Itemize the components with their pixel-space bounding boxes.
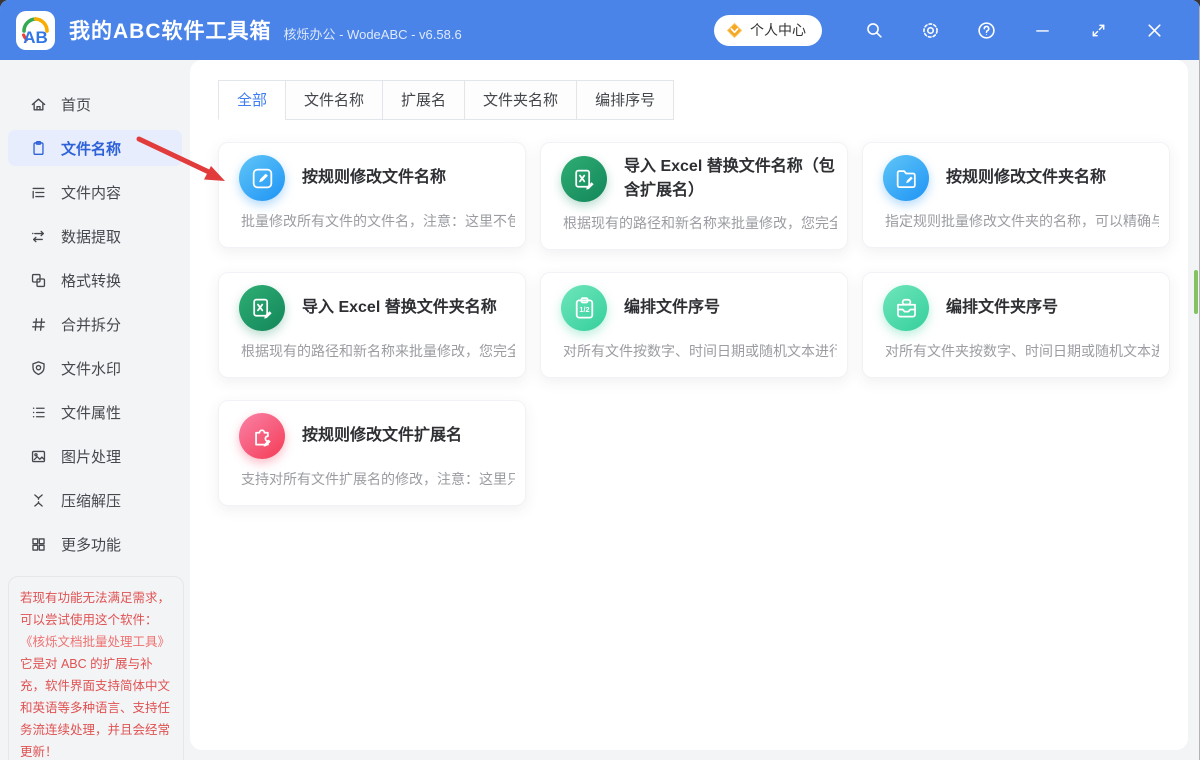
sidebar-item-7[interactable]: 文件属性 bbox=[8, 394, 182, 430]
help-icon[interactable] bbox=[958, 10, 1014, 50]
minimize-icon[interactable] bbox=[1014, 10, 1070, 50]
sidebar-item-label: 合并拆分 bbox=[61, 316, 122, 334]
image-icon bbox=[30, 448, 47, 465]
card-description: 批量修改所有文件的文件名，注意：这里不包含扩展 bbox=[241, 213, 515, 229]
home-icon bbox=[30, 96, 47, 113]
app-window: AB 我的ABC软件工具箱 核烁办公 - WodeABC - v6.58.6 个… bbox=[0, 0, 1200, 760]
sidebar-item-label: 图片处理 bbox=[61, 448, 122, 466]
app-subtitle: 核烁办公 - WodeABC - v6.58.6 bbox=[283, 26, 462, 42]
titlebar-actions: 个人中心 bbox=[714, 10, 1182, 50]
sidebar-item-3[interactable]: 数据提取 bbox=[8, 218, 182, 254]
card-description: 根据现有的路径和新名称来批量修改，您完全可以利 bbox=[563, 215, 837, 231]
card-description: 指定规则批量修改文件夹的名称，可以精确与模糊替 bbox=[885, 213, 1159, 229]
sidebar-notice: 若现有功能无法满足需求，可以尝试使用这个软件： 《核烁文档批量处理工具》它是对 A… bbox=[8, 576, 184, 760]
feature-card-3[interactable]: 导入 Excel 替换文件夹名称根据现有的路径和新名称来批量修改，您完全可以利 bbox=[218, 272, 526, 378]
sidebar-item-label: 文件水印 bbox=[61, 360, 122, 378]
feature-card-0[interactable]: 按规则修改文件名称批量修改所有文件的文件名，注意：这里不包含扩展 bbox=[218, 142, 526, 248]
vip-diamond-icon bbox=[726, 22, 743, 38]
edit-note-icon bbox=[239, 155, 285, 201]
sidebar-item-10[interactable]: 更多功能 bbox=[8, 526, 182, 562]
scrollbar-thumb[interactable] bbox=[1194, 270, 1198, 314]
main-area: 全部 文件名称 扩展名 文件夹名称 编排序号 按规则修改文件名称批量修改所有文件的文件名… bbox=[190, 60, 1200, 760]
sidebar: 首页文件名称文件内容数据提取格式转换合并拆分文件水印文件属性图片处理压缩解压更多… bbox=[0, 60, 190, 760]
card-description: 支持对所有文件扩展名的修改，注意：这里只是修改 bbox=[241, 471, 515, 487]
card-title: 按规则修改文件夹名称 bbox=[946, 169, 1107, 186]
notice-text-after: 它是对 ABC 的扩展与补充，软件界面支持简体中文和英语等多种语言、支持任务流连… bbox=[20, 657, 171, 759]
notice-text-before: 若现有功能无法满足需求，可以尝试使用这个软件： bbox=[20, 591, 171, 627]
sidebar-nav: 首页文件名称文件内容数据提取格式转换合并拆分文件水印文件属性图片处理压缩解压更多… bbox=[0, 86, 190, 562]
tab-0[interactable]: 全部 bbox=[218, 80, 287, 120]
feature-card-2[interactable]: 按规则修改文件夹名称指定规则批量修改文件夹的名称，可以精确与模糊替 bbox=[862, 142, 1170, 248]
tab-bar: 全部 文件名称 扩展名 文件夹名称 编排序号 bbox=[218, 80, 1188, 120]
sidebar-item-8[interactable]: 图片处理 bbox=[8, 438, 182, 474]
sidebar-item-5[interactable]: 合并拆分 bbox=[8, 306, 182, 342]
card-title: 按规则修改文件扩展名 bbox=[302, 427, 463, 444]
watermark-icon bbox=[30, 360, 47, 377]
sidebar-item-1[interactable]: 文件名称 bbox=[8, 130, 182, 166]
app-logo-icon: AB bbox=[16, 10, 55, 50]
sidebar-item-6[interactable]: 文件水印 bbox=[8, 350, 182, 386]
sidebar-item-label: 格式转换 bbox=[61, 272, 122, 290]
main-panel: 全部 文件名称 扩展名 文件夹名称 编排序号 按规则修改文件名称批量修改所有文件的文件名… bbox=[190, 60, 1188, 750]
maximize-icon[interactable] bbox=[1070, 10, 1126, 50]
card-title: 编排文件序号 bbox=[624, 299, 721, 316]
sidebar-item-2[interactable]: 文件内容 bbox=[8, 174, 182, 210]
file-attrs-icon bbox=[30, 404, 47, 421]
merge-split-icon bbox=[30, 316, 47, 333]
clipboard-12-icon: 1/2 bbox=[561, 285, 607, 331]
card-description: 对所有文件按数字、时间日期或随机文本进行批量修 bbox=[563, 343, 837, 359]
card-title: 导入 Excel 替换文件名称（包含扩展名） bbox=[624, 158, 835, 199]
card-description: 根据现有的路径和新名称来批量修改，您完全可以利 bbox=[241, 343, 515, 359]
drawer-icon bbox=[883, 285, 929, 331]
titlebar: AB 我的ABC软件工具箱 核烁办公 - WodeABC - v6.58.6 个… bbox=[0, 0, 1200, 60]
sidebar-item-label: 文件名称 bbox=[61, 140, 122, 158]
search-icon[interactable] bbox=[846, 10, 902, 50]
sidebar-item-label: 压缩解压 bbox=[61, 492, 122, 510]
file-content-icon bbox=[30, 184, 47, 201]
puzzle-edit-icon bbox=[239, 413, 285, 459]
card-description: 对所有文件夹按数字、时间日期或随机文本进行批量 bbox=[885, 343, 1159, 359]
card-title: 编排文件夹序号 bbox=[946, 299, 1059, 316]
logo-text: AB bbox=[23, 27, 48, 47]
card-title: 导入 Excel 替换文件夹名称 bbox=[302, 299, 497, 316]
card-grid: 按规则修改文件名称批量修改所有文件的文件名，注意：这里不包含扩展导入 Excel… bbox=[218, 142, 1188, 506]
more-grid-icon bbox=[30, 536, 47, 553]
feature-card-5[interactable]: 编排文件夹序号对所有文件夹按数字、时间日期或随机文本进行批量 bbox=[862, 272, 1170, 378]
card-title: 按规则修改文件名称 bbox=[302, 169, 447, 186]
close-icon[interactable] bbox=[1126, 10, 1182, 50]
file-name-icon bbox=[30, 140, 47, 157]
sidebar-item-label: 文件内容 bbox=[61, 184, 122, 202]
feature-card-6[interactable]: 按规则修改文件扩展名支持对所有文件扩展名的修改，注意：这里只是修改 bbox=[218, 400, 526, 506]
sidebar-item-label: 文件属性 bbox=[61, 404, 122, 422]
settings-gear-icon[interactable] bbox=[902, 10, 958, 50]
feature-card-1[interactable]: 导入 Excel 替换文件名称（包含扩展名） 根据现有的路径和新名称来批量修改，您… bbox=[540, 142, 848, 250]
sidebar-item-0[interactable]: 首页 bbox=[8, 86, 182, 122]
excel-edit-icon bbox=[239, 285, 285, 331]
folder-edit-icon bbox=[883, 155, 929, 201]
format-convert-icon bbox=[30, 272, 47, 289]
user-center-label: 个人中心 bbox=[750, 22, 806, 38]
sidebar-item-9[interactable]: 压缩解压 bbox=[8, 482, 182, 518]
data-extract-icon bbox=[30, 228, 47, 245]
compress-icon bbox=[30, 492, 47, 509]
tab-3[interactable]: 文件夹名称 bbox=[464, 80, 578, 120]
tab-1[interactable]: 文件名称 bbox=[285, 80, 384, 120]
feature-card-4[interactable]: 1/2 编排文件序号对所有文件按数字、时间日期或随机文本进行批量修 bbox=[540, 272, 848, 378]
tab-4[interactable]: 编排序号 bbox=[576, 80, 675, 120]
excel-edit-icon bbox=[561, 156, 607, 202]
sidebar-item-label: 更多功能 bbox=[61, 536, 122, 554]
tab-2[interactable]: 扩展名 bbox=[382, 80, 466, 120]
sidebar-item-label: 首页 bbox=[61, 96, 92, 114]
notice-link[interactable]: 《核烁文档批量处理工具》 bbox=[20, 635, 170, 649]
app-title: 我的ABC软件工具箱 bbox=[69, 20, 272, 43]
sidebar-item-4[interactable]: 格式转换 bbox=[8, 262, 182, 298]
user-center-button[interactable]: 个人中心 bbox=[714, 14, 822, 46]
svg-text:1/2: 1/2 bbox=[579, 305, 589, 314]
sidebar-item-label: 数据提取 bbox=[61, 228, 122, 246]
